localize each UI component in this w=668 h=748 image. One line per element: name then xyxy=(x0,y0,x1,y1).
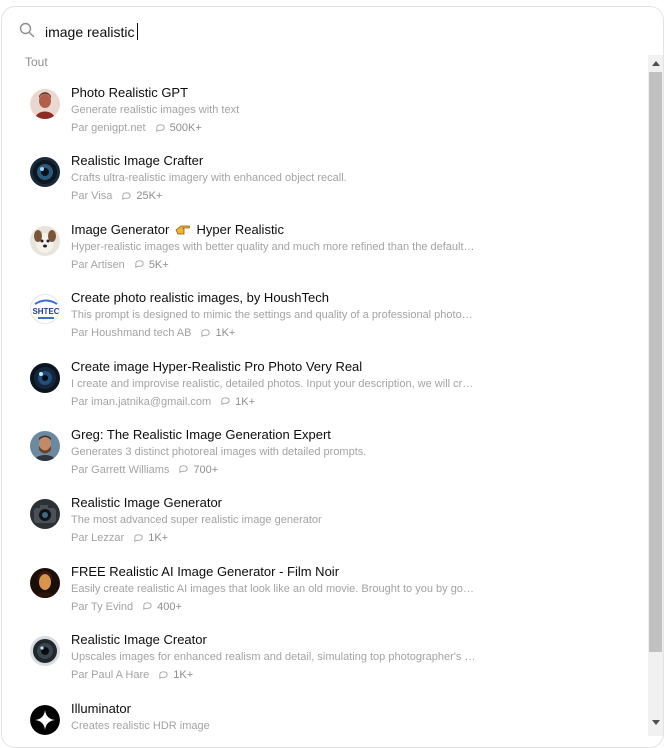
chat-icon xyxy=(221,397,230,406)
item-count: 1K+ xyxy=(215,327,236,340)
list-item[interactable]: Realistic Image Generator The most advan… xyxy=(2,485,642,553)
item-count: 1K+ xyxy=(235,395,256,408)
star-avatar xyxy=(30,704,60,735)
camera-lens-avatar xyxy=(30,157,60,188)
item-meta: Par Lezzar 1K+ xyxy=(71,532,168,544)
lens-avatar xyxy=(30,362,60,393)
search-input[interactable] xyxy=(45,21,605,43)
item-count: 500K+ xyxy=(169,122,202,134)
list-item[interactable]: Realistic Image Crafter Crafts ultra-rea… xyxy=(2,143,642,211)
list-item[interactable]: Realistic Image Creator Upscales images … xyxy=(2,622,642,690)
item-meta: Par Paul A Hare 1K+ xyxy=(71,669,193,681)
item-title: Greg: The Realistic Image Generation Exp… xyxy=(71,426,331,442)
item-title: Create photo realistic images, by HoushT… xyxy=(71,290,329,306)
item-count: 5K+ xyxy=(148,258,169,271)
item-meta: Par genigpt.net 500K+ xyxy=(71,122,202,134)
item-author: Par Paul A Hare xyxy=(71,669,150,682)
item-meta: Par Houshmand tech AB 1K+ xyxy=(71,327,235,339)
item-description: Crafts ultra-realistic imagery with enha… xyxy=(71,172,347,185)
item-title: Illuminator xyxy=(71,700,131,716)
bearded-man-avatar xyxy=(30,430,60,461)
item-count: 1K+ xyxy=(173,669,194,682)
item-count: 700+ xyxy=(193,463,219,476)
list-item[interactable]: SHTEC Create photo realistic images, by … xyxy=(2,280,642,348)
item-title-text: Image Generator xyxy=(71,221,170,237)
item-description: Generate realistic images with text xyxy=(71,104,240,116)
search-row xyxy=(2,7,663,55)
item-author: Par iman.jatnika@gmail.com xyxy=(71,395,212,408)
item-description: Creates realistic HDR image xyxy=(71,719,210,732)
houshtech-logo-text: SHTEC xyxy=(32,307,59,316)
chat-icon xyxy=(122,192,132,200)
list-item[interactable]: Photo Realistic GPT Generate realistic i… xyxy=(2,75,642,143)
chat-icon xyxy=(135,260,144,269)
film-noir-avatar xyxy=(30,567,60,598)
item-description: Generates 3 distinct photoreal images wi… xyxy=(71,445,367,458)
item-title: Image Generator Hyper Realistic xyxy=(71,222,284,237)
item-title: Create image Hyper-Realistic Pro Photo V… xyxy=(71,358,363,374)
item-title: Realistic Image Generator xyxy=(71,495,223,511)
item-count: 1K+ xyxy=(148,532,169,545)
item-meta: Par iman.jatnika@gmail.com 1K+ xyxy=(71,396,255,408)
list-item[interactable]: Illuminator Creates realistic HDR image xyxy=(2,691,642,747)
item-title: Photo Realistic GPT xyxy=(71,85,189,100)
item-author: Par genigpt.net xyxy=(71,122,146,134)
item-description: Upscales images for enhanced realism and… xyxy=(71,651,476,664)
scrollbar-thumb[interactable] xyxy=(649,72,662,652)
item-meta: Par Visa 25K+ xyxy=(71,190,162,202)
list-item[interactable]: FREE Realistic AI Image Generator - Film… xyxy=(2,554,642,622)
item-title: Realistic Image Crafter xyxy=(71,153,204,169)
chat-icon xyxy=(143,602,152,611)
item-title-suffix: Hyper Realistic xyxy=(196,221,284,237)
section-label: Tout xyxy=(25,55,48,69)
chat-icon xyxy=(201,329,211,337)
gpt-search-panel: Tout Photo Realistic GPT Generate realis… xyxy=(1,6,664,748)
scroll-up-arrow-icon[interactable] xyxy=(648,56,663,71)
item-title: FREE Realistic AI Image Generator - Film… xyxy=(71,563,340,579)
list-item[interactable]: Image Generator Hyper Realistic Hyper-re… xyxy=(2,212,642,280)
item-author: Par Visa xyxy=(71,190,113,203)
chat-icon xyxy=(179,465,189,474)
item-meta: Par Ty Evind 400+ xyxy=(71,601,182,613)
list-item[interactable]: Create image Hyper-Realistic Pro Photo V… xyxy=(2,349,642,417)
chat-icon xyxy=(134,534,143,542)
chat-icon xyxy=(156,123,165,132)
search-icon xyxy=(19,22,35,38)
item-author: Par Garrett Williams xyxy=(71,463,170,476)
text-caret xyxy=(137,23,138,40)
houshtech-logo-avatar: SHTEC xyxy=(30,294,60,325)
item-description: Easily create realistic AI images that l… xyxy=(71,582,476,595)
camera-avatar xyxy=(30,499,60,530)
dog-avatar xyxy=(30,225,60,256)
item-count: 400+ xyxy=(157,600,182,613)
item-description: I create and improvise realistic, detail… xyxy=(71,377,476,390)
item-description: Hyper-realistic images with better quali… xyxy=(71,240,476,253)
item-description: The most advanced super realistic image … xyxy=(71,514,322,527)
item-meta: Par Artisen 5K+ xyxy=(71,259,169,271)
item-author: Par Ty Evind xyxy=(71,600,134,613)
item-author: Par Artisen xyxy=(71,258,125,271)
pointing-hand-icon xyxy=(175,225,190,235)
item-title: Realistic Image Creator xyxy=(71,632,207,648)
item-description: This prompt is designed to mimic the set… xyxy=(71,309,476,322)
item-author: Par Lezzar xyxy=(71,532,125,545)
lens-avatar-2 xyxy=(30,636,60,667)
item-meta: Par Garrett Williams 700+ xyxy=(71,464,218,476)
item-author: Par Houshmand tech AB xyxy=(71,327,192,340)
results-list: Photo Realistic GPT Generate realistic i… xyxy=(2,75,642,747)
portrait-avatar xyxy=(30,89,60,119)
chat-icon xyxy=(159,670,168,679)
list-item[interactable]: Greg: The Realistic Image Generation Exp… xyxy=(2,417,642,485)
item-count: 25K+ xyxy=(136,190,163,203)
scroll-down-arrow-icon[interactable] xyxy=(648,715,663,730)
